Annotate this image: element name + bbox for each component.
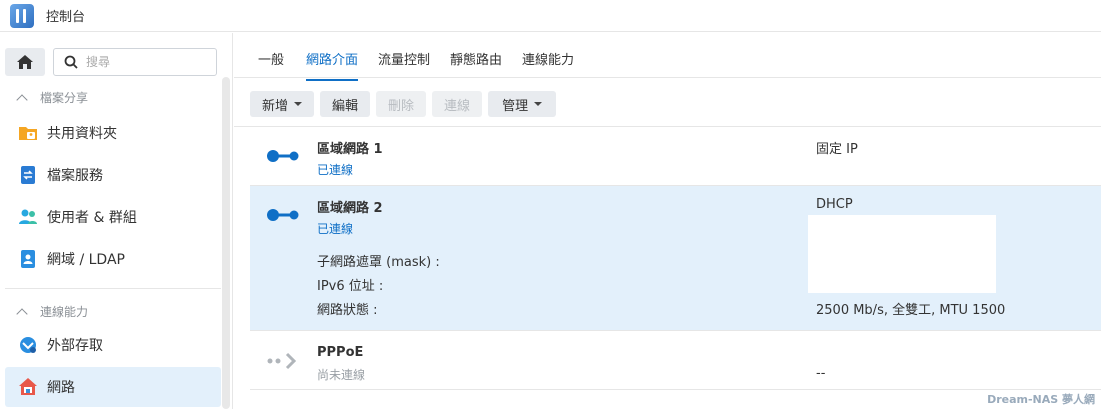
interface-ip-type: --	[816, 366, 826, 381]
interface-ip-type: DHCP	[816, 197, 853, 212]
search-icon	[64, 55, 78, 69]
caret-down-icon	[534, 102, 543, 106]
detail-label-status: 網路狀態 :	[317, 303, 378, 318]
sidebar-divider	[5, 288, 221, 289]
manage-button[interactable]: 管理	[488, 91, 557, 117]
sidebar: 檔案分享 共用資料夾 檔案服務 使用者 & 群組 網域 / LDAP 連線能力 …	[0, 33, 233, 409]
external-access-icon	[20, 337, 36, 353]
section-connectivity[interactable]: 連線能力	[16, 303, 89, 320]
redacted-area	[808, 215, 996, 293]
users-groups-icon	[19, 209, 37, 224]
window-title: 控制台	[46, 10, 86, 25]
delete-label: 刪除	[388, 98, 415, 114]
caret-down-icon	[294, 102, 303, 106]
interface-row-lan2[interactable]: 區域網路 2 已連線 DHCP 子網路遮罩 (mask) : IPv6 位址 :…	[250, 186, 1101, 331]
sidebar-item-label: 網域 / LDAP	[47, 252, 125, 268]
connected-network-icon	[267, 150, 299, 162]
interface-row-pppoe[interactable]: PPPoE 尚未連線 --	[250, 331, 1101, 390]
detail-label-ipv6: IPv6 位址 :	[317, 279, 384, 294]
file-services-icon	[21, 166, 35, 184]
sidebar-item-label: 檔案服務	[47, 168, 103, 184]
tab-bar: 一般 網路介面 流量控制 靜態路由 連線能力	[234, 33, 1101, 81]
interface-name: 區域網路 1	[317, 142, 383, 157]
interface-name: 區域網路 2	[317, 201, 383, 216]
title-bar: 控制台	[0, 0, 1101, 32]
domain-ldap-icon	[21, 250, 35, 268]
sidebar-item-external-access[interactable]: 外部存取	[5, 325, 221, 365]
connected-network-icon	[267, 209, 299, 221]
tab-connectivity[interactable]: 連線能力	[522, 49, 574, 79]
connect-button[interactable]: 連線	[432, 91, 483, 117]
delete-button[interactable]: 刪除	[376, 91, 427, 117]
disconnected-network-icon	[267, 352, 297, 370]
control-panel-icon	[10, 3, 34, 28]
detail-value-status: 2500 Mb/s, 全雙工, MTU 1500	[816, 303, 1006, 318]
sidebar-item-label: 使用者 & 群組	[47, 210, 137, 226]
interface-row-lan1[interactable]: 區域網路 1 已連線 固定 IP	[250, 127, 1101, 186]
tab-network-interface[interactable]: 網路介面	[306, 49, 359, 81]
main-panel: 一般 網路介面 流量控制 靜態路由 連線能力 新增 編輯 刪除 連線 管理 區域…	[234, 33, 1101, 409]
create-button[interactable]: 新增	[250, 91, 315, 117]
section-label: 檔案分享	[40, 91, 89, 105]
connect-label: 連線	[444, 98, 471, 114]
section-file-sharing[interactable]: 檔案分享	[16, 89, 89, 106]
interface-status: 已連線	[317, 163, 354, 177]
sidebar-item-users-groups[interactable]: 使用者 & 群組	[5, 197, 221, 237]
search-box[interactable]	[53, 48, 217, 76]
home-button[interactable]	[5, 48, 45, 76]
interface-status: 已連線	[317, 222, 354, 236]
sidebar-item-label: 外部存取	[47, 338, 103, 354]
tab-static-route[interactable]: 靜態路由	[450, 49, 502, 79]
search-input[interactable]	[86, 55, 196, 69]
sidebar-item-shared-folder[interactable]: 共用資料夾	[5, 113, 221, 153]
edit-button[interactable]: 編輯	[320, 91, 371, 117]
edit-label: 編輯	[332, 98, 359, 114]
section-label: 連線能力	[40, 305, 89, 319]
home-icon	[17, 55, 33, 69]
sidebar-item-network[interactable]: 網路	[5, 367, 221, 407]
detail-label-mask: 子網路遮罩 (mask) :	[317, 255, 440, 270]
manage-label: 管理	[502, 98, 529, 114]
tab-general[interactable]: 一般	[258, 49, 284, 79]
sidebar-item-domain-ldap[interactable]: 網域 / LDAP	[5, 239, 221, 279]
create-label: 新增	[262, 98, 289, 114]
tab-traffic-control[interactable]: 流量控制	[378, 49, 430, 79]
sidebar-scrollbar[interactable]	[222, 77, 230, 409]
toolbar: 新增 編輯 刪除 連線 管理	[250, 91, 557, 119]
watermark-logo: Dream-NAS 夢人網	[987, 393, 1095, 406]
interface-name: PPPoE	[317, 345, 364, 360]
network-house-icon	[19, 378, 37, 395]
sidebar-item-file-services[interactable]: 檔案服務	[5, 155, 221, 195]
interface-status: 尚未連線	[317, 368, 366, 382]
interface-ip-type: 固定 IP	[816, 142, 858, 157]
sidebar-item-label: 共用資料夾	[47, 126, 117, 142]
shared-folder-icon	[19, 127, 37, 140]
chevron-up-icon	[16, 307, 28, 320]
sidebar-item-label: 網路	[47, 380, 75, 396]
chevron-up-icon	[16, 93, 28, 106]
